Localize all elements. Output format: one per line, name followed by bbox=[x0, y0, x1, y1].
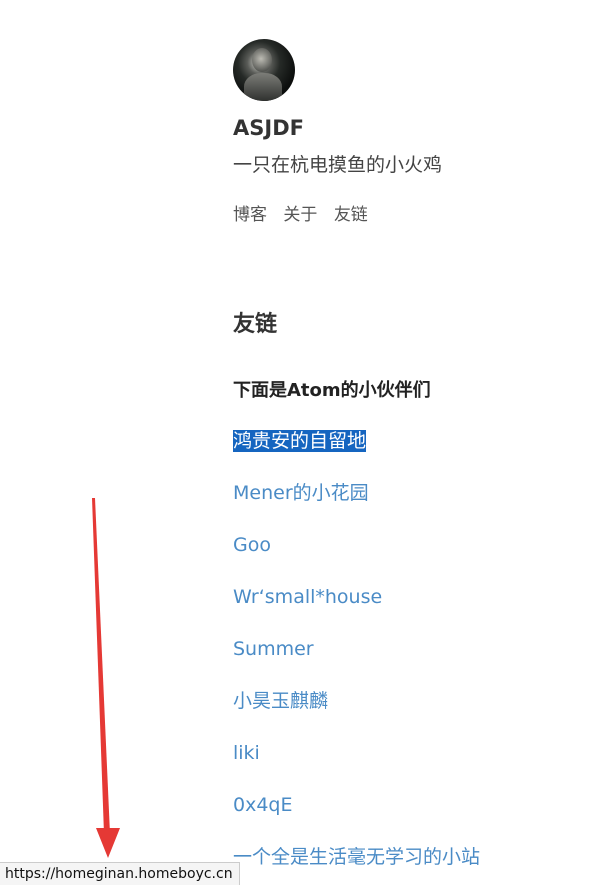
status-bar-url: https://homeginan.homeboyc.cn bbox=[0, 862, 240, 885]
arrow-head bbox=[96, 828, 120, 858]
red-arrow-annotation bbox=[92, 498, 120, 858]
arrow-shaft bbox=[92, 498, 110, 834]
